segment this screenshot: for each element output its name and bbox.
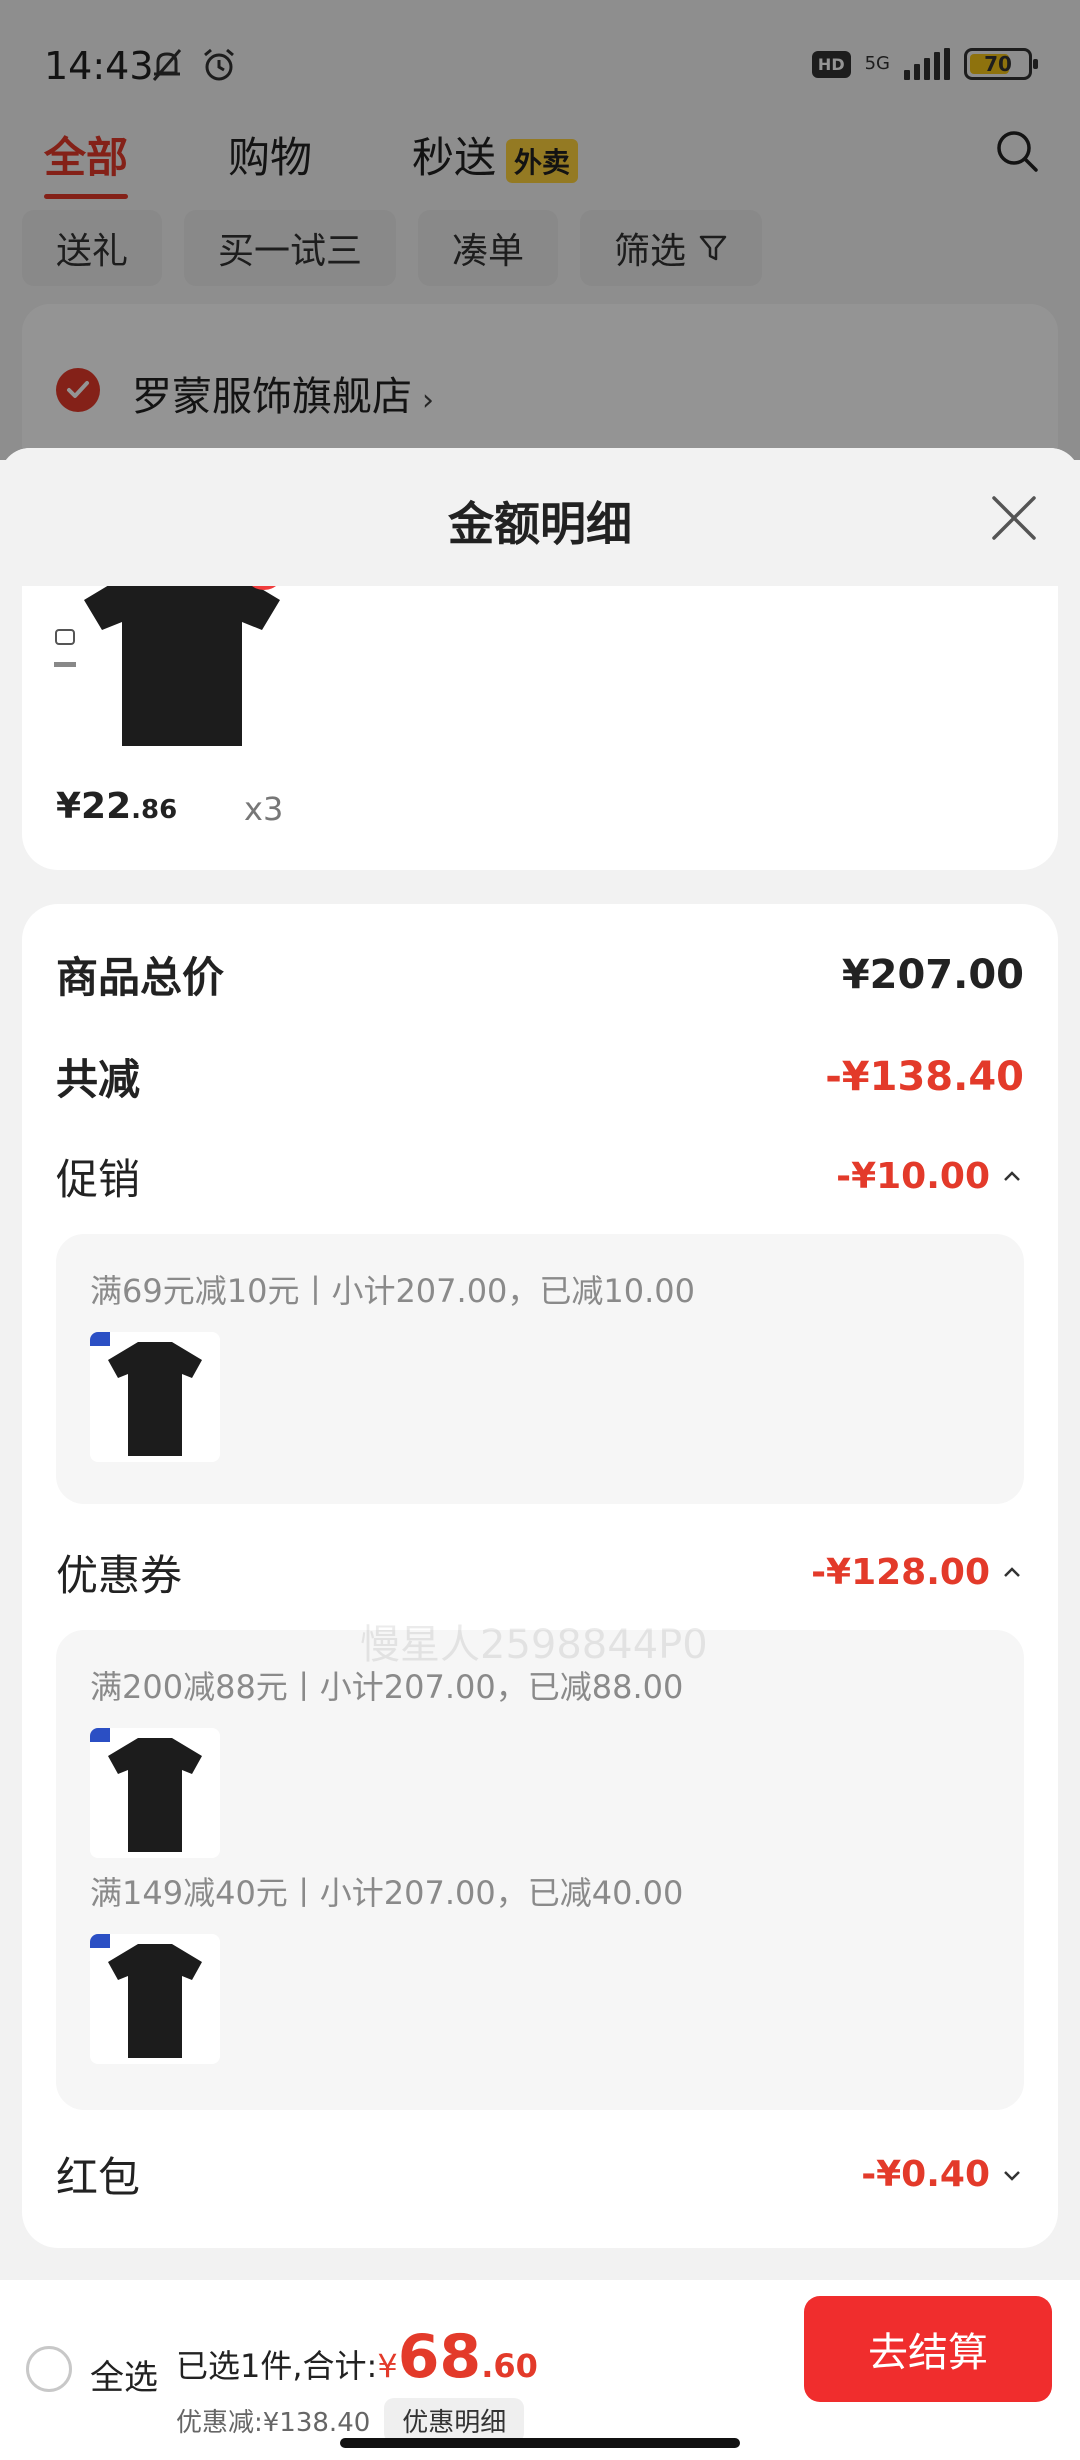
total-reduction-row: 共减 -¥138.40 (56, 1046, 1024, 1107)
discount-text: 优惠减:¥138.40 (176, 2408, 371, 2438)
promotion-detail-box: 满69元减10元丨小计207.00，已减10.00 (56, 1234, 1024, 1504)
coupon-detail-box: 满200减88元丨小计207.00，已减88.00 满149减40元丨小计207… (56, 1630, 1024, 2110)
dim-overlay[interactable] (0, 0, 1080, 460)
red-packet-value: -¥0.40 (861, 2154, 990, 2195)
select-all-checkbox[interactable] (26, 2346, 72, 2392)
selected-summary-text: 已选1件,合计: (176, 2347, 378, 2385)
sheet-title: 金额明细 (448, 497, 632, 551)
product-thumbnail (90, 1934, 220, 2064)
promotion-value-group: -¥10.00 (836, 1156, 1024, 1197)
product-thumbnail (90, 1332, 220, 1462)
chevron-down-icon (1004, 2170, 1020, 2181)
amount-detail-sheet: 金额明细 ¥22.86 x3 商品总价 ¥207.00 共减 -¥138.40 … (0, 448, 1080, 2280)
order-total-summary: 已选1件,合计: ¥ 68 .60 (176, 2322, 538, 2392)
promotion-line: 满69元减10元丨小计207.00，已减10.00 (90, 1272, 696, 1310)
product-thumbnail (90, 1728, 220, 1858)
tshirt-thumbnail-icon (108, 1342, 202, 1456)
total-reduction-value: -¥138.40 (825, 1053, 1024, 1100)
red-packet-value-group: -¥0.40 (861, 2154, 1024, 2195)
total-reduction-label: 共减 (56, 1055, 141, 1104)
coupon-value-group: -¥128.00 (811, 1552, 1024, 1593)
total-price-label: 商品总价 (56, 953, 225, 1002)
red-packet-row[interactable]: 红包 -¥0.40 (56, 2144, 1024, 2205)
promotion-value: -¥10.00 (836, 1156, 990, 1197)
red-packet-label: 红包 (56, 2153, 141, 2202)
home-indicator[interactable] (340, 2438, 740, 2448)
select-all-label[interactable]: 全选 (90, 2350, 158, 2399)
coupon-row[interactable]: 优惠券 -¥128.00 (56, 1542, 1024, 1603)
checkout-bar: 全选 已选1件,合计: ¥ 68 .60 优惠减:¥138.40 优惠明细 去结… (0, 2280, 1080, 2460)
product-quantity: x3 (244, 790, 284, 828)
watermark-text: 慢星人2598844P0 (360, 1622, 708, 1668)
promotion-row[interactable]: 促销 -¥10.00 (56, 1146, 1024, 1207)
coupon-line: 满149减40元丨小计207.00，已减40.00 (90, 1874, 684, 1912)
discount-detail-button[interactable]: 优惠明细 (384, 2398, 525, 2443)
total-price-value: ¥207.00 (841, 951, 1024, 998)
price-breakdown-card: 商品总价 ¥207.00 共减 -¥138.40 促销 -¥10.00 满69元… (22, 904, 1058, 2248)
total-currency: ¥ (377, 2347, 398, 2385)
coupon-label: 优惠券 (56, 1551, 183, 1600)
tshirt-thumbnail-icon (108, 1944, 202, 2058)
product-price-main: ¥22 (56, 786, 132, 827)
chevron-up-icon (1004, 1170, 1020, 1181)
discount-summary: 优惠减:¥138.40 优惠明细 (176, 2398, 525, 2443)
total-price-row: 商品总价 ¥207.00 (56, 944, 1024, 1005)
checkout-button[interactable]: 去结算 (804, 2296, 1052, 2402)
product-price-decimal: .86 (131, 795, 178, 825)
total-amount-main: 68 (397, 2322, 482, 2392)
tshirt-product-image (50, 586, 290, 754)
sheet-header: 金额明细 (0, 448, 1080, 586)
promotion-label: 促销 (56, 1155, 141, 1204)
chevron-up-icon (1004, 1566, 1020, 1577)
tshirt-thumbnail-icon (108, 1738, 202, 1852)
product-unit-price: ¥22.86 (56, 786, 177, 827)
close-icon[interactable] (988, 492, 1040, 544)
product-card: ¥22.86 x3 (22, 586, 1058, 870)
total-amount-decimal: .60 (481, 2347, 538, 2385)
coupon-value: -¥128.00 (811, 1552, 990, 1593)
